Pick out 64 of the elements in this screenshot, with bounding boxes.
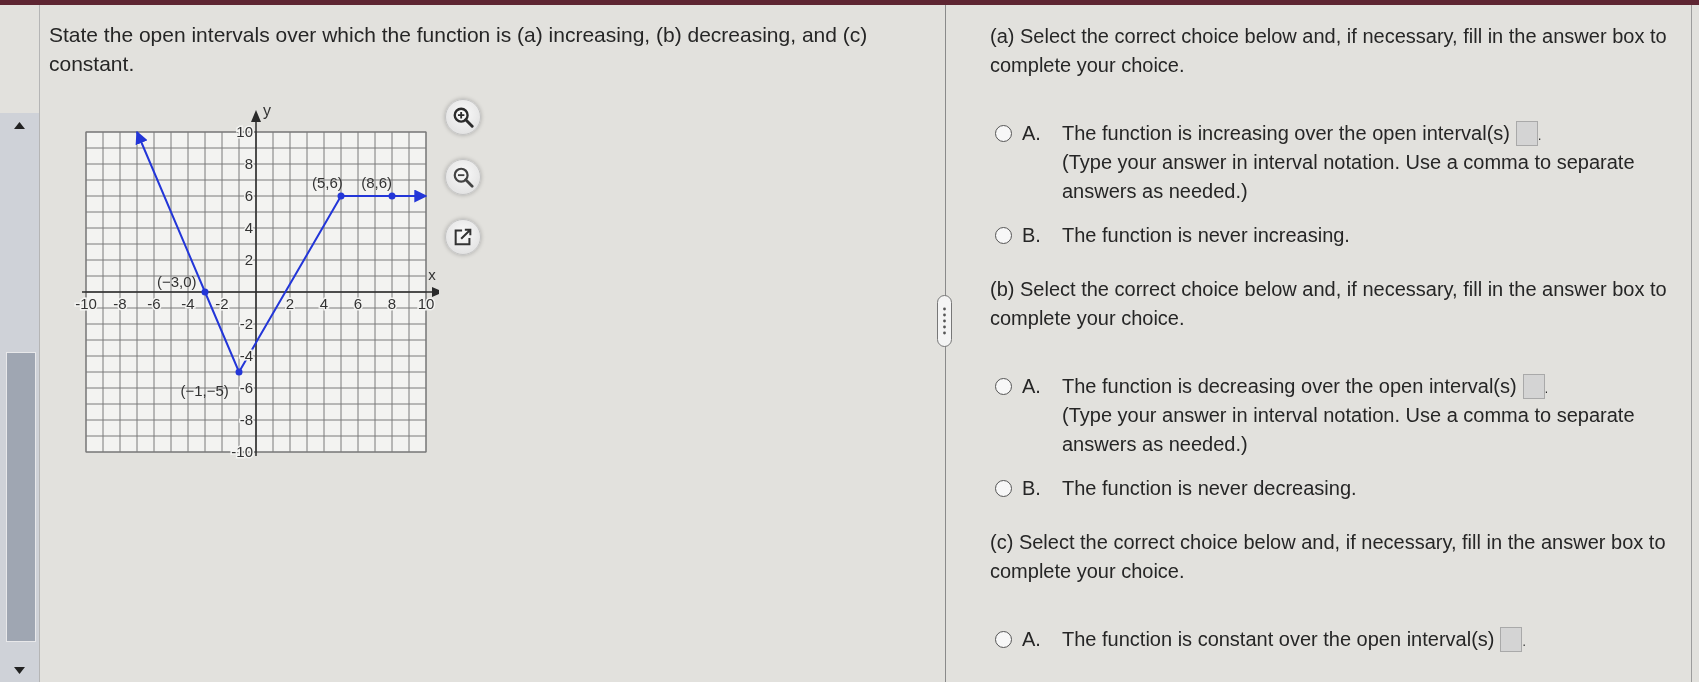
tick-label: -10: [75, 295, 97, 312]
part-prompt: (a) Select the correct choice below and, if necessary, fill in the answer box to complete your choice.: [990, 24, 1668, 78]
choice-text-end: .: [1544, 381, 1549, 398]
tick-label: 10: [236, 123, 253, 140]
tick-label: 4: [319, 295, 329, 312]
choice-letter: B.: [1022, 476, 1042, 501]
point-marker: [337, 192, 345, 200]
tick-label: 8: [387, 295, 397, 312]
point-label: (5,6): [312, 174, 343, 191]
point-marker: [388, 192, 396, 200]
radio-button[interactable]: [995, 227, 1012, 244]
tick-label: 6: [353, 295, 363, 312]
choice-letter: A.: [1022, 627, 1042, 652]
tick-label: 10: [417, 295, 435, 312]
radio-button[interactable]: [995, 125, 1012, 142]
tick-label: -2: [239, 315, 253, 332]
tick-label: 6: [244, 187, 253, 204]
zoom-in-button[interactable]: [445, 99, 481, 135]
box-arrow-out-icon: [452, 226, 474, 248]
choice-text-end: .: [1522, 634, 1526, 651]
choice-letter: A.: [1022, 374, 1042, 399]
choice-text: The function is decreasing over the open interval(s): [1062, 374, 1517, 399]
choice-text-end: .: [1538, 128, 1542, 145]
tick-label: 2: [285, 295, 295, 312]
zoom-out-button[interactable]: [445, 159, 481, 195]
tick-label: 8: [244, 155, 253, 172]
part-prompt: (b) Select the correct choice below and, if necessary, fill in the answer box to complete your choice.: [990, 277, 1668, 331]
choice-text: The function is increasing over the open interval(s): [1062, 121, 1510, 146]
tick-label: 4: [244, 219, 253, 236]
axis-label: y: [263, 102, 271, 119]
point-label: (−3,0): [156, 273, 197, 291]
radio-button[interactable]: [995, 480, 1012, 497]
magnifier-minus-icon: [452, 166, 474, 188]
down-triangle-icon: [14, 666, 25, 674]
axis-label: x: [428, 266, 436, 283]
point-marker: [235, 368, 243, 376]
choice-text: The function is never increasing.: [1062, 223, 1350, 248]
up-triangle-icon: [14, 121, 25, 129]
tick-label: -2: [215, 295, 229, 312]
scrollbar-thumb[interactable]: [6, 352, 36, 642]
splitter-handle[interactable]: [937, 295, 952, 347]
hint-text: (Type your answer in interval notation. Use a comma to separate answers as needed.): [1062, 150, 1636, 204]
popout-button[interactable]: [445, 219, 481, 255]
tick-label: 2: [244, 251, 253, 268]
tick-label: -8: [113, 295, 127, 312]
question-text: State the open intervals over which the function is (a) increasing, (b) decreasing, and (c) constant.: [49, 22, 869, 77]
choice-text: The function is never decreasing.: [1062, 476, 1357, 501]
grip-dots-icon: [943, 306, 946, 336]
part-prompt: (c) Select the correct choice below and, if necessary, fill in the answer box to complete your choice.: [990, 530, 1667, 584]
hint-text: (Type your answer in interval notation. Use a comma to separate answers as needed.): [1062, 403, 1636, 457]
tick-label: -6: [147, 295, 161, 312]
point-marker: [201, 288, 209, 296]
radio-button[interactable]: [995, 631, 1012, 648]
tick-label: -6: [239, 379, 253, 396]
tick-label: -8: [239, 411, 253, 428]
choice-letter: B.: [1022, 223, 1042, 248]
choice-letter: A.: [1022, 121, 1042, 146]
choice-text: The function is constant over the open interval(s): [1062, 627, 1495, 652]
tick-label: -4: [181, 295, 195, 312]
radio-button[interactable]: [995, 378, 1012, 395]
point-label: (−1,−5): [180, 382, 229, 399]
magnifier-plus-icon: [452, 106, 474, 128]
point-label: (8,6): [361, 174, 393, 191]
tick-label: -10: [231, 443, 253, 460]
